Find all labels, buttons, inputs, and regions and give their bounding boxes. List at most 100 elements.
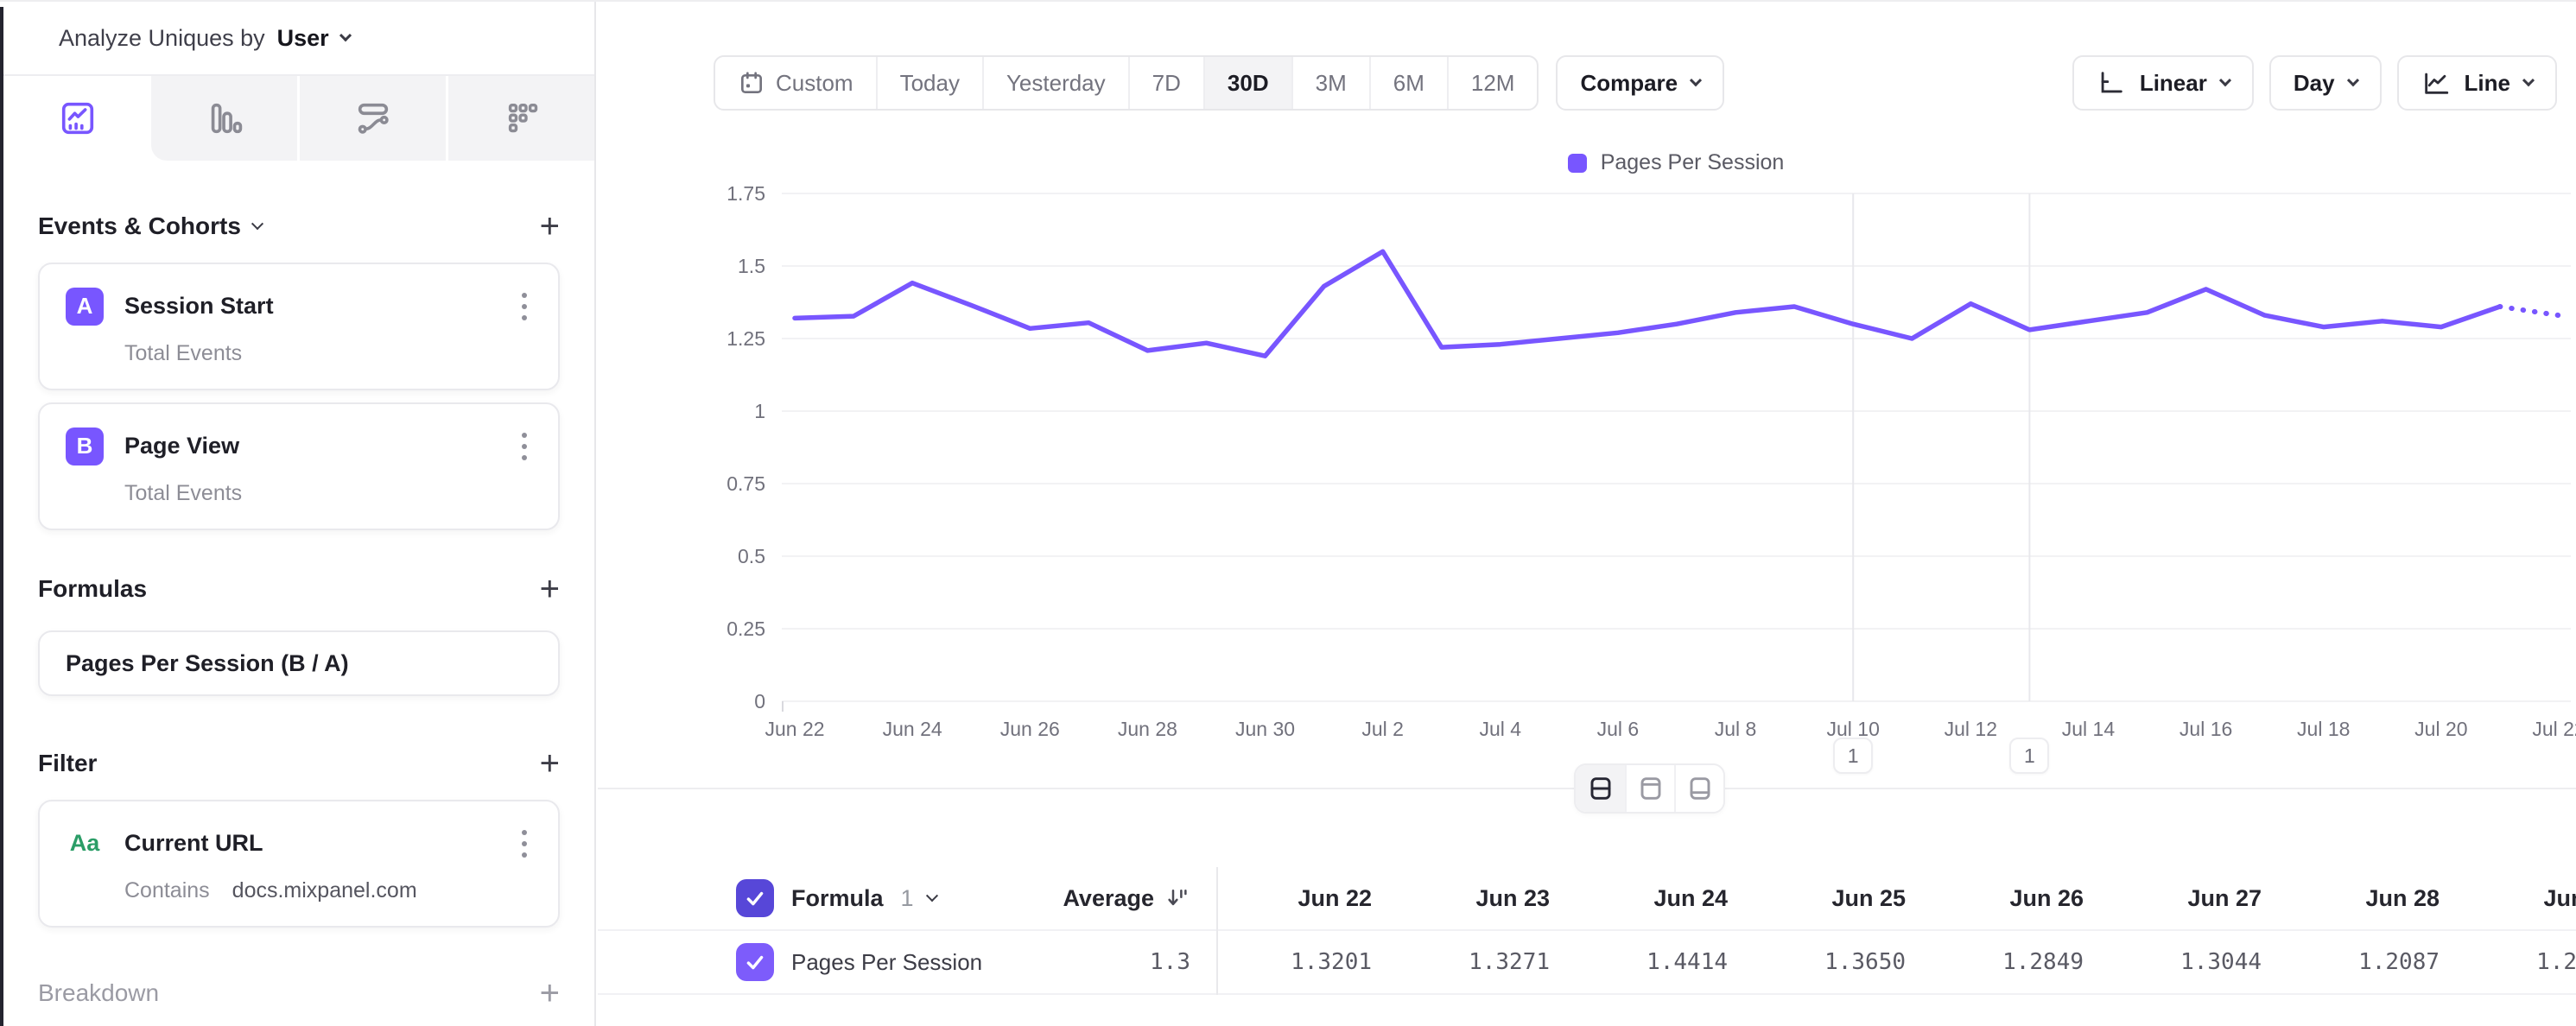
table-date-header[interactable]: Jun 25 xyxy=(1728,885,1906,912)
event-title[interactable]: Page View xyxy=(124,433,239,459)
x-axis-tick-label: Jul 4 xyxy=(1480,718,1522,740)
interval-selector[interactable]: Day xyxy=(2269,55,2382,111)
event-card-page-view[interactable]: B Page View Total Events xyxy=(38,402,560,530)
filter-section-header: Filter + xyxy=(38,746,560,781)
x-axis-tick-label: Jul 12 xyxy=(1945,718,1997,740)
formula-card[interactable]: Pages Per Session (B / A) xyxy=(38,630,560,696)
filter-card-current-url[interactable]: Aa Current URL Contains docs.mixpanel.co… xyxy=(38,800,560,928)
select-all-checkbox[interactable] xyxy=(736,879,774,917)
chart-controls: Linear Day Line xyxy=(2072,55,2557,111)
chevron-down-icon xyxy=(339,29,352,41)
events-cohorts-title[interactable]: Events & Cohorts xyxy=(38,212,262,240)
event-aggregation[interactable]: Total Events xyxy=(124,481,242,506)
add-formula-button[interactable]: + xyxy=(540,572,560,606)
chart-type-selector[interactable]: Line xyxy=(2397,55,2557,111)
formula-group-number: 1 xyxy=(901,885,914,912)
analyze-entity-dropdown[interactable]: User xyxy=(277,25,329,52)
filter-property-title[interactable]: Current URL xyxy=(124,830,263,857)
table-cell-value: 1.4414 xyxy=(1550,949,1728,975)
axis-icon xyxy=(2097,68,2126,98)
breakdown-section-header: Breakdown + xyxy=(38,976,560,1010)
filter-value[interactable]: docs.mixpanel.com xyxy=(232,878,417,903)
x-axis-tick-label: Jul 14 xyxy=(2062,718,2116,740)
series-checkbox[interactable] xyxy=(736,943,774,981)
series-line[interactable] xyxy=(795,251,2500,356)
tab-retention[interactable] xyxy=(446,76,594,161)
scale-selector[interactable]: Linear xyxy=(2072,55,2254,111)
chevron-down-icon xyxy=(251,218,263,230)
add-filter-button[interactable]: + xyxy=(540,746,560,781)
x-axis-tick-label: Jul 2 xyxy=(1361,718,1404,740)
mixpanel-insights-screen: Analyze Uniques by User xyxy=(0,0,2576,1026)
series-line-incomplete xyxy=(2500,307,2559,315)
scale-label: Linear xyxy=(2140,70,2207,97)
chevron-down-icon xyxy=(2346,74,2358,86)
formula-title[interactable]: Pages Per Session (B / A) xyxy=(66,650,349,677)
table-date-header[interactable]: Jun 28 xyxy=(2262,885,2440,912)
date-range-today[interactable]: Today xyxy=(876,57,982,109)
average-value: 1.3 xyxy=(1150,949,1190,975)
y-axis-tick-label: 0 xyxy=(754,690,765,712)
x-axis-tick-label: Jun 30 xyxy=(1235,718,1295,740)
date-range-label: 30D xyxy=(1228,70,1269,97)
table-only-icon xyxy=(1686,775,1714,802)
date-range-label: Custom xyxy=(776,70,853,97)
event-badge-a: A xyxy=(66,288,104,326)
y-axis-tick-label: 0.75 xyxy=(726,472,765,495)
sort-descending-icon[interactable] xyxy=(1164,885,1190,911)
table-date-header[interactable]: Jun 24 xyxy=(1550,885,1728,912)
flows-icon xyxy=(353,98,393,138)
table-cell-value: 1.3044 xyxy=(2084,949,2262,975)
date-range-30d[interactable]: 30D xyxy=(1203,57,1291,109)
date-range-12m[interactable]: 12M xyxy=(1447,57,1538,109)
table-date-header[interactable]: Jun 29 xyxy=(2440,885,2576,912)
chevron-down-icon xyxy=(1690,74,1702,86)
table-date-header[interactable]: Jun 22 xyxy=(1216,885,1372,912)
tab-flows[interactable] xyxy=(297,76,446,161)
compare-button[interactable]: Compare xyxy=(1556,55,1724,111)
y-axis-tick-label: 1 xyxy=(754,400,765,422)
insights-line-chart-icon xyxy=(58,98,98,138)
layout-toggle xyxy=(1574,763,1725,814)
layout-split-view-button[interactable] xyxy=(1576,765,1625,812)
check-icon xyxy=(744,951,766,973)
kebab-menu-icon[interactable] xyxy=(517,825,532,863)
string-property-icon: Aa xyxy=(66,830,104,857)
date-range-label: 3M xyxy=(1316,70,1347,97)
x-axis-tick-label: Jul 8 xyxy=(1715,718,1757,740)
table-date-headers: Jun 22Jun 23Jun 24Jun 25Jun 26Jun 27Jun … xyxy=(1216,885,2576,912)
event-aggregation[interactable]: Total Events xyxy=(124,341,242,366)
layout-table-only-button[interactable] xyxy=(1674,765,1723,812)
annotation-badge[interactable]: 1 xyxy=(1833,738,1873,774)
filter-operator[interactable]: Contains xyxy=(124,878,210,903)
average-header[interactable]: Average xyxy=(1063,885,1154,912)
event-card-session-start[interactable]: A Session Start Total Events xyxy=(38,263,560,390)
event-title[interactable]: Session Start xyxy=(124,293,274,320)
x-axis-tick-label: Jul 18 xyxy=(2297,718,2350,740)
add-breakdown-button[interactable]: + xyxy=(540,976,560,1010)
table-date-header[interactable]: Jun 23 xyxy=(1372,885,1550,912)
add-event-button[interactable]: + xyxy=(540,209,560,244)
legend-series-label[interactable]: Pages Per Session xyxy=(1601,150,1785,175)
date-range-7d[interactable]: 7D xyxy=(1128,57,1203,109)
tab-funnels[interactable] xyxy=(151,76,297,161)
breakdown-label: Breakdown xyxy=(38,979,159,1007)
date-range-custom[interactable]: Custom xyxy=(715,57,876,109)
table-header-row: Formula 1 Average Jun 22Jun 23Jun 24Jun … xyxy=(598,867,2576,931)
split-view-icon xyxy=(1587,775,1615,802)
chart-type-label: Line xyxy=(2465,70,2510,97)
series-name[interactable]: Pages Per Session xyxy=(791,949,982,976)
tab-insights[interactable] xyxy=(3,76,151,161)
date-range-3m[interactable]: 3M xyxy=(1291,57,1369,109)
table-date-header[interactable]: Jun 26 xyxy=(1906,885,2084,912)
kebab-menu-icon[interactable] xyxy=(517,288,532,326)
date-range-yesterday[interactable]: Yesterday xyxy=(982,57,1128,109)
check-icon xyxy=(744,887,766,909)
x-axis-tick-label: Jun 24 xyxy=(883,718,942,740)
date-range-6m[interactable]: 6M xyxy=(1369,57,1447,109)
kebab-menu-icon[interactable] xyxy=(517,428,532,466)
table-date-header[interactable]: Jun 27 xyxy=(2084,885,2262,912)
annotation-badge[interactable]: 1 xyxy=(2009,738,2049,774)
formula-group-label[interactable]: Formula xyxy=(791,885,884,912)
layout-chart-only-button[interactable] xyxy=(1625,765,1674,812)
